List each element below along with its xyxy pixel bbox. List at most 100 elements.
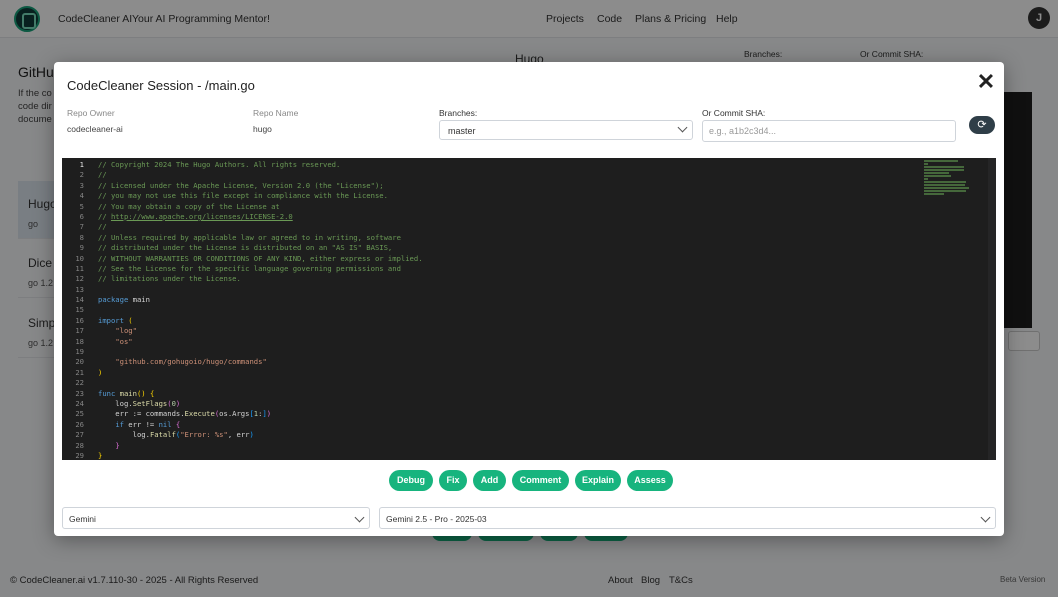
code-line[interactable] [98, 305, 918, 315]
code-line[interactable]: log.SetFlags(0) [98, 399, 918, 409]
fix-button[interactable]: Fix [439, 470, 467, 491]
code-token: // [98, 222, 107, 232]
code-line[interactable]: // distributed under the License is dist… [98, 243, 918, 253]
line-number-gutter: 1 2 3 4 5 6 7 8 9 10 11 12 13 14 15 16 17 18 19 20 21 22 23 24 2… [62, 160, 86, 460]
line-number: 28 [75, 440, 84, 450]
commit-sha-input[interactable] [702, 120, 956, 142]
code-token: "os" [115, 336, 133, 346]
code-line[interactable]: // [98, 222, 918, 232]
comment-button[interactable]: Comment [512, 470, 569, 491]
code-line[interactable]: // Licensed under the Apache License, Ve… [98, 181, 918, 191]
chevron-down-icon [354, 512, 365, 523]
line-number: 4 [79, 191, 84, 201]
repo-owner-value: codecleaner-ai [67, 124, 123, 134]
chevron-down-icon [677, 122, 688, 133]
code-token: // Copyright 2024 The Hugo Authors. All … [98, 160, 341, 169]
minimap-line [924, 163, 928, 165]
code-token: nil [158, 419, 172, 429]
code-token: } [98, 450, 103, 460]
code-token: ) [175, 398, 181, 408]
code-token: // [98, 211, 111, 221]
code-token: "Error: %s" [180, 430, 228, 440]
code-line[interactable] [98, 378, 918, 388]
code-line[interactable] [98, 285, 918, 295]
code-token: ) [266, 409, 272, 419]
minimap-line [924, 178, 928, 180]
code-token: // [98, 170, 107, 180]
code-line[interactable]: // http://www.apache.org/licenses/LICENS… [98, 212, 918, 222]
code-line[interactable]: package main [98, 295, 918, 305]
provider-select[interactable]: Gemini [62, 507, 370, 529]
line-number: 11 [75, 263, 84, 273]
code-token: // distributed under the License is dist… [98, 243, 393, 253]
code-line[interactable]: "os" [98, 337, 918, 347]
close-icon[interactable]: ✕ [976, 70, 996, 94]
code-token: os.Args [219, 409, 250, 419]
add-button[interactable]: Add [473, 470, 506, 491]
code-line[interactable]: err := commands.Execute(os.Args[1:]) [98, 409, 918, 419]
branch-select[interactable]: master [439, 120, 693, 140]
line-number: 6 [79, 211, 84, 221]
code-token: // Licensed under the Apache License, Ve… [98, 180, 384, 190]
line-number: 1 [79, 160, 84, 169]
code-line[interactable]: // you may not use this file except in c… [98, 191, 918, 201]
code-line[interactable]: func main() { [98, 389, 918, 399]
line-number: 2 [79, 170, 84, 180]
line-number: 12 [75, 274, 84, 284]
code-line[interactable]: ) [98, 368, 918, 378]
line-number: 17 [75, 326, 84, 336]
code-line[interactable]: "github.com/gohugoio/hugo/commands" [98, 357, 918, 367]
explain-button[interactable]: Explain [575, 470, 621, 491]
code-token: Execute [184, 409, 215, 419]
code-token: main [119, 388, 137, 398]
chevron-down-icon [980, 512, 991, 523]
line-number: 9 [79, 243, 84, 253]
code-line[interactable]: } [98, 451, 918, 460]
minimap-line [924, 166, 964, 168]
code-line[interactable]: // [98, 170, 918, 180]
code-token: "github.com/gohugoio/hugo/commands" [115, 357, 267, 367]
code-line[interactable]: log.Fatalf("Error: %s", err) [98, 430, 918, 440]
code-token: () [136, 388, 146, 398]
debug-button[interactable]: Debug [389, 470, 433, 491]
code-line[interactable]: // limitations under the License. [98, 274, 918, 284]
model-select[interactable]: Gemini 2.5 - Pro - 2025-03 [379, 507, 996, 529]
code-line[interactable]: // You may obtain a copy of the License … [98, 202, 918, 212]
refresh-icon[interactable]: ⟳ [969, 116, 995, 134]
code-minimap[interactable] [924, 160, 974, 195]
minimap-line [924, 187, 969, 189]
line-number: 7 [79, 222, 84, 232]
code-line[interactable]: // Copyright 2024 The Hugo Authors. All … [98, 160, 918, 170]
minimap-line [924, 160, 958, 162]
assess-button[interactable]: Assess [627, 470, 673, 491]
code-line[interactable]: // WITHOUT WARRANTIES OR CONDITIONS OF A… [98, 254, 918, 264]
code-token: if [115, 419, 124, 429]
code-line[interactable]: // Unless required by applicable law or … [98, 233, 918, 243]
model-select-value: Gemini 2.5 - Pro - 2025-03 [386, 514, 487, 524]
branches-label: Branches: [439, 108, 478, 118]
code-line[interactable]: "log" [98, 326, 918, 336]
repo-owner-label: Repo Owner [67, 108, 115, 118]
line-number: 13 [75, 284, 84, 294]
editor-scrollbar[interactable] [988, 158, 996, 460]
code-token: SetFlags [132, 398, 168, 408]
line-number: 19 [75, 347, 84, 357]
code-editor[interactable]: 1 2 3 4 5 6 7 8 9 10 11 12 13 14 15 16 17 18 19 20 21 22 23 24 2… [62, 158, 996, 460]
code-token: // limitations under the License. [98, 274, 241, 284]
code-line[interactable]: import ( [98, 316, 918, 326]
code-token: import [98, 315, 124, 325]
code-line[interactable] [98, 347, 918, 357]
line-number: 22 [75, 378, 84, 388]
code-content[interactable]: // Copyright 2024 The Hugo Authors. All … [98, 160, 918, 460]
line-number: 18 [75, 336, 84, 346]
code-line[interactable]: // See the License for the specific lang… [98, 264, 918, 274]
code-line[interactable]: if err != nil { [98, 420, 918, 430]
line-number: 21 [75, 367, 84, 377]
code-line[interactable]: } [98, 441, 918, 451]
code-token: log. [98, 398, 133, 408]
code-token: "log" [115, 326, 137, 336]
line-number: 10 [75, 253, 84, 263]
